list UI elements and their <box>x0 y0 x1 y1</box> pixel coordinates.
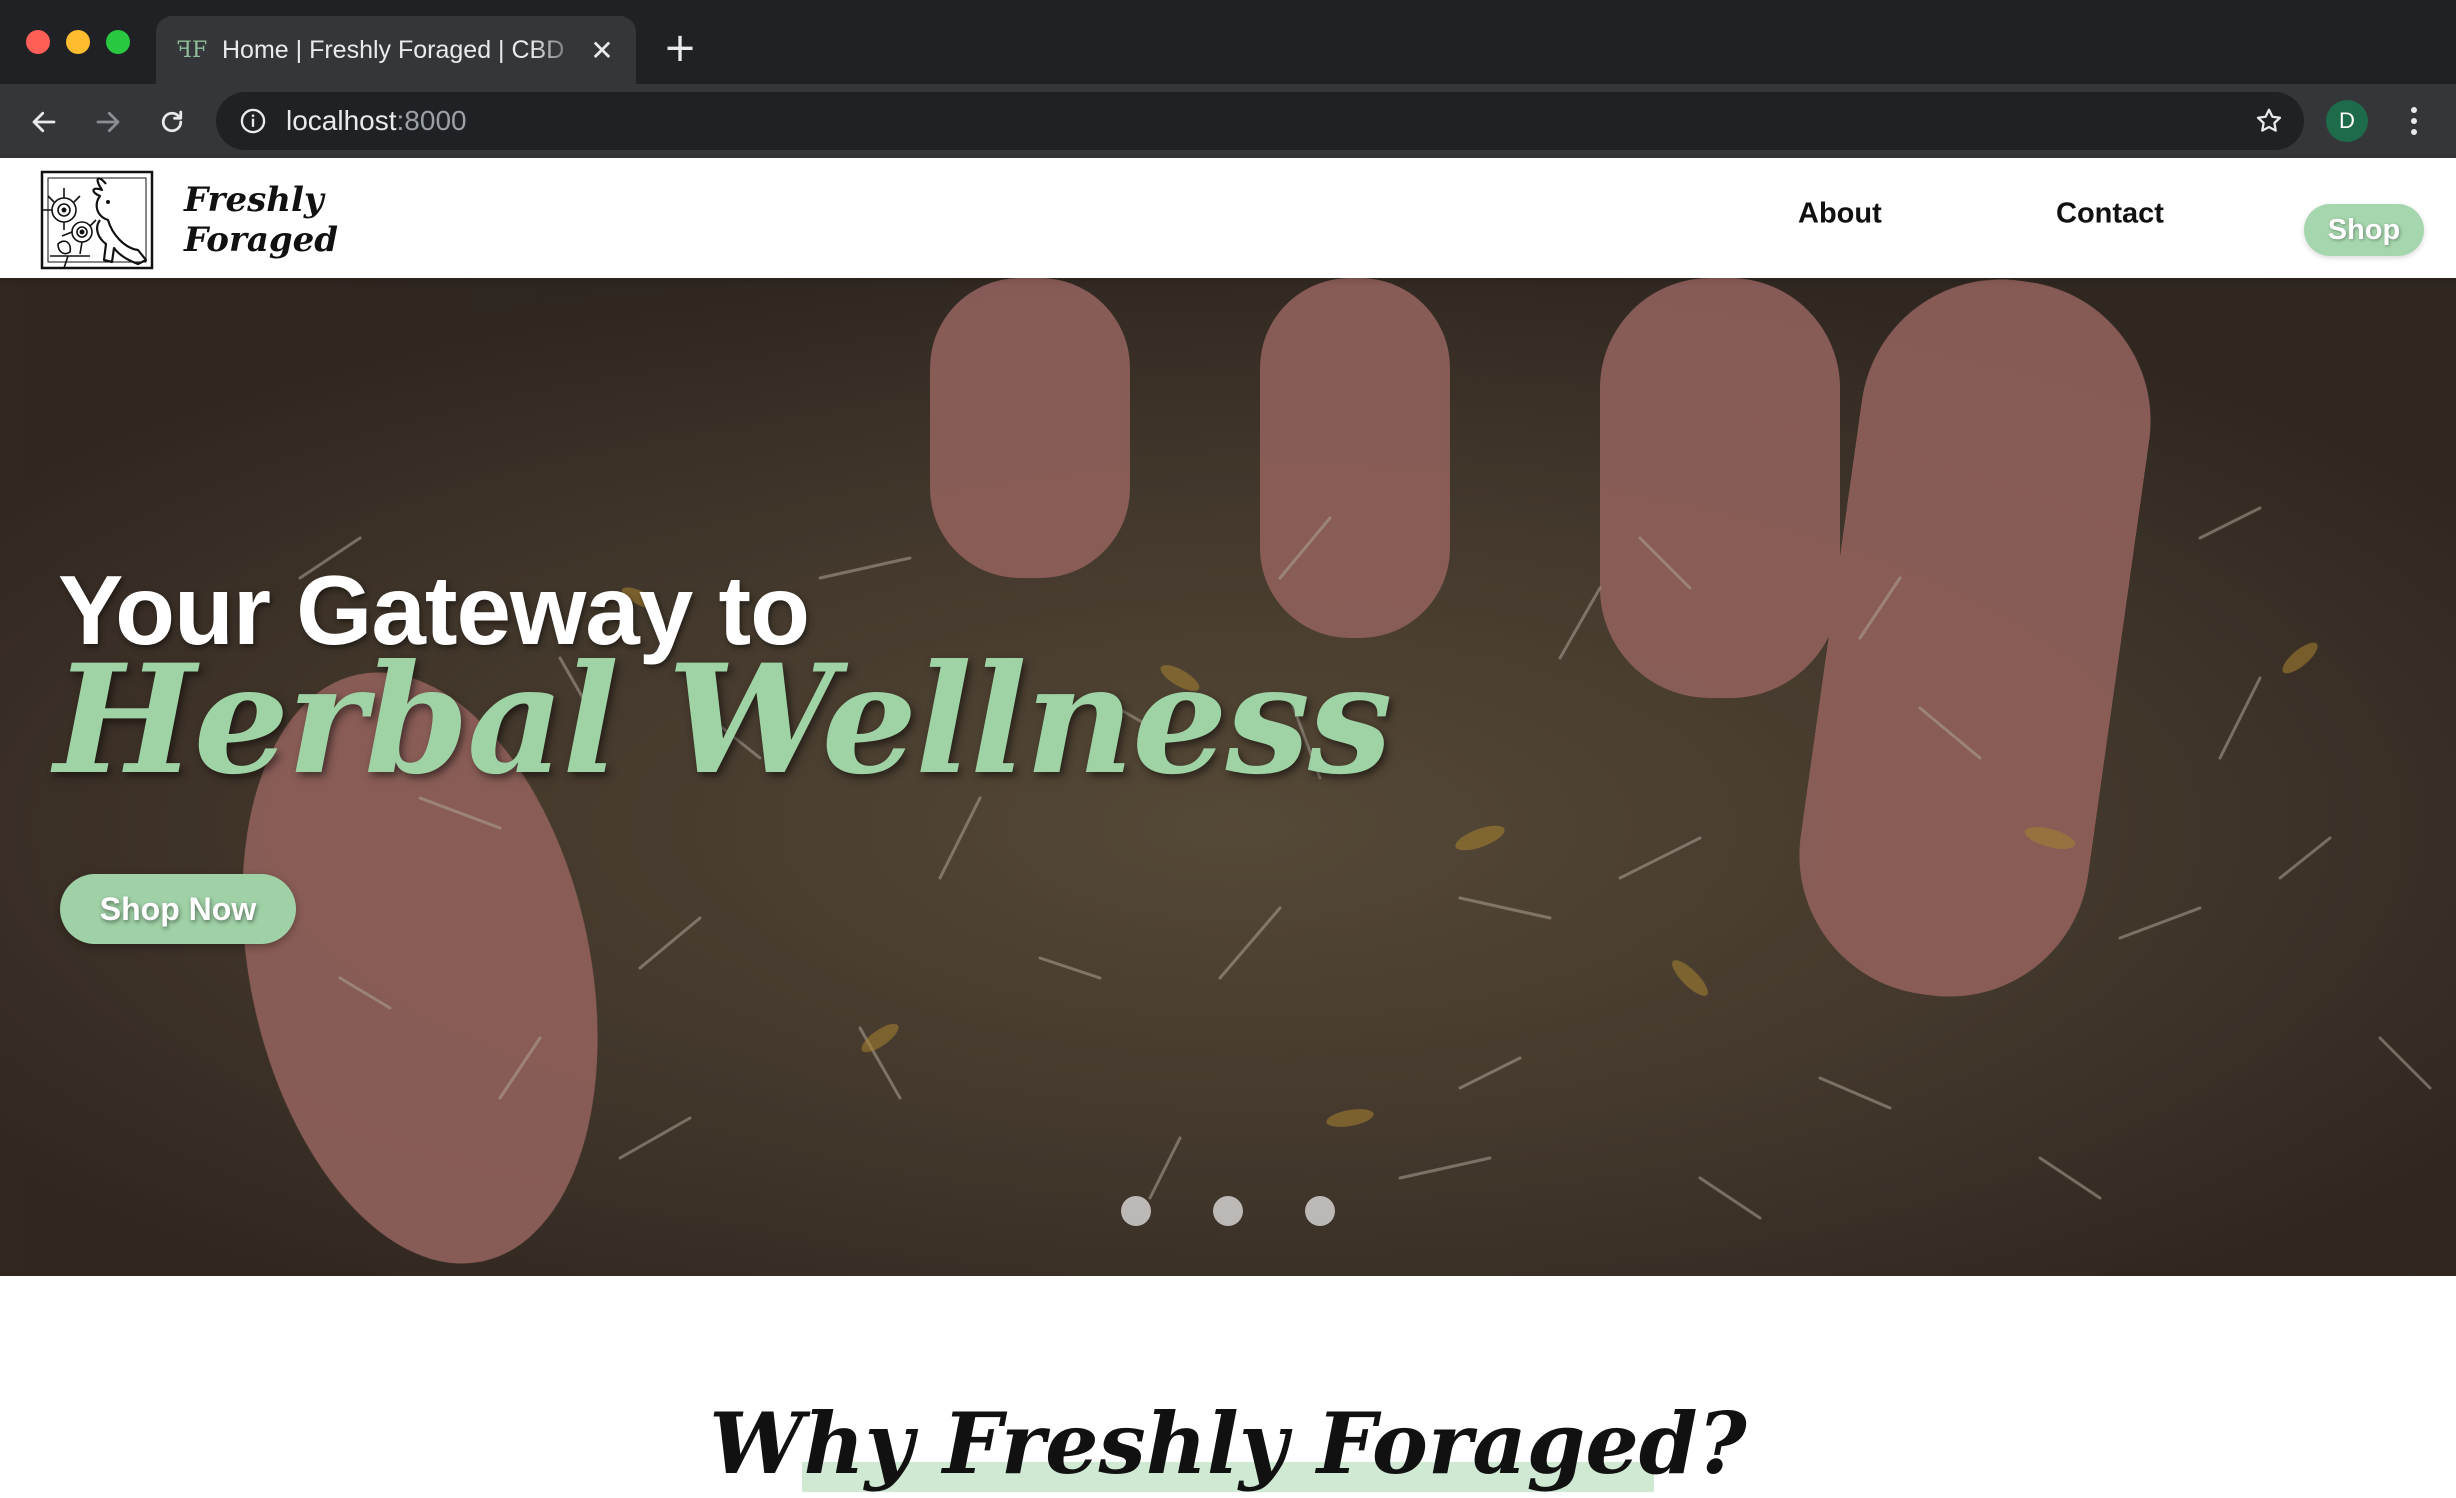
carousel-dot-3[interactable] <box>1305 1196 1335 1226</box>
hero-banner: Your Gateway to Herbal Wellness Shop Now <box>0 278 2456 1276</box>
why-section: Why Freshly Foraged? <box>0 1276 2456 1498</box>
carousel-indicators <box>0 1196 2456 1226</box>
nav-shop-button[interactable]: Shop <box>2304 204 2424 256</box>
site-header: Freshly Foraged About Contact Shop <box>0 158 2456 278</box>
maximize-window-button[interactable] <box>106 30 130 54</box>
new-tab-button[interactable]: + <box>660 28 700 68</box>
minimize-window-button[interactable] <box>66 30 90 54</box>
nav-contact-link[interactable]: Contact <box>2056 198 2164 231</box>
site-logo[interactable]: Freshly Foraged <box>28 164 338 276</box>
close-window-button[interactable] <box>26 30 50 54</box>
kebab-menu-icon[interactable] <box>2394 100 2434 142</box>
carousel-dot-1[interactable] <box>1121 1196 1151 1226</box>
carousel-dot-2[interactable] <box>1213 1196 1243 1226</box>
reload-icon[interactable] <box>150 100 194 144</box>
tab-title: Home | Freshly Foraged | CBD <box>222 35 565 64</box>
info-icon[interactable] <box>238 106 268 136</box>
url-port: :8000 <box>396 105 467 136</box>
logo-line-1: Freshly <box>184 180 324 220</box>
back-arrow-icon[interactable] <box>22 100 66 144</box>
browser-toolbar: localhost:8000 D <box>0 84 2456 158</box>
url-host: localhost <box>286 105 397 136</box>
close-tab-icon[interactable]: ✕ <box>586 34 618 66</box>
ff-logo-icon: ꟻF <box>176 37 208 63</box>
why-title: Why Freshly Foraged? <box>709 1394 1747 1493</box>
shop-now-button[interactable]: Shop Now <box>60 874 296 944</box>
profile-avatar[interactable]: D <box>2326 100 2368 142</box>
star-icon[interactable] <box>2252 104 2286 138</box>
address-bar[interactable]: localhost:8000 <box>216 92 2304 150</box>
browser-tab-active[interactable]: ꟻF Home | Freshly Foraged | CBD ✕ <box>156 16 636 84</box>
nav-about-link[interactable]: About <box>1798 198 1882 231</box>
logo-wordmark: Freshly Foraged <box>184 180 338 260</box>
logo-line-2: Foraged <box>184 220 339 260</box>
rabbit-logo-icon <box>40 170 154 270</box>
browser-titlebar: ꟻF Home | Freshly Foraged | CBD ✕ + <box>0 0 2456 84</box>
forward-arrow-icon[interactable] <box>86 100 130 144</box>
hero-script-heading: Herbal Wellness <box>54 632 1392 808</box>
